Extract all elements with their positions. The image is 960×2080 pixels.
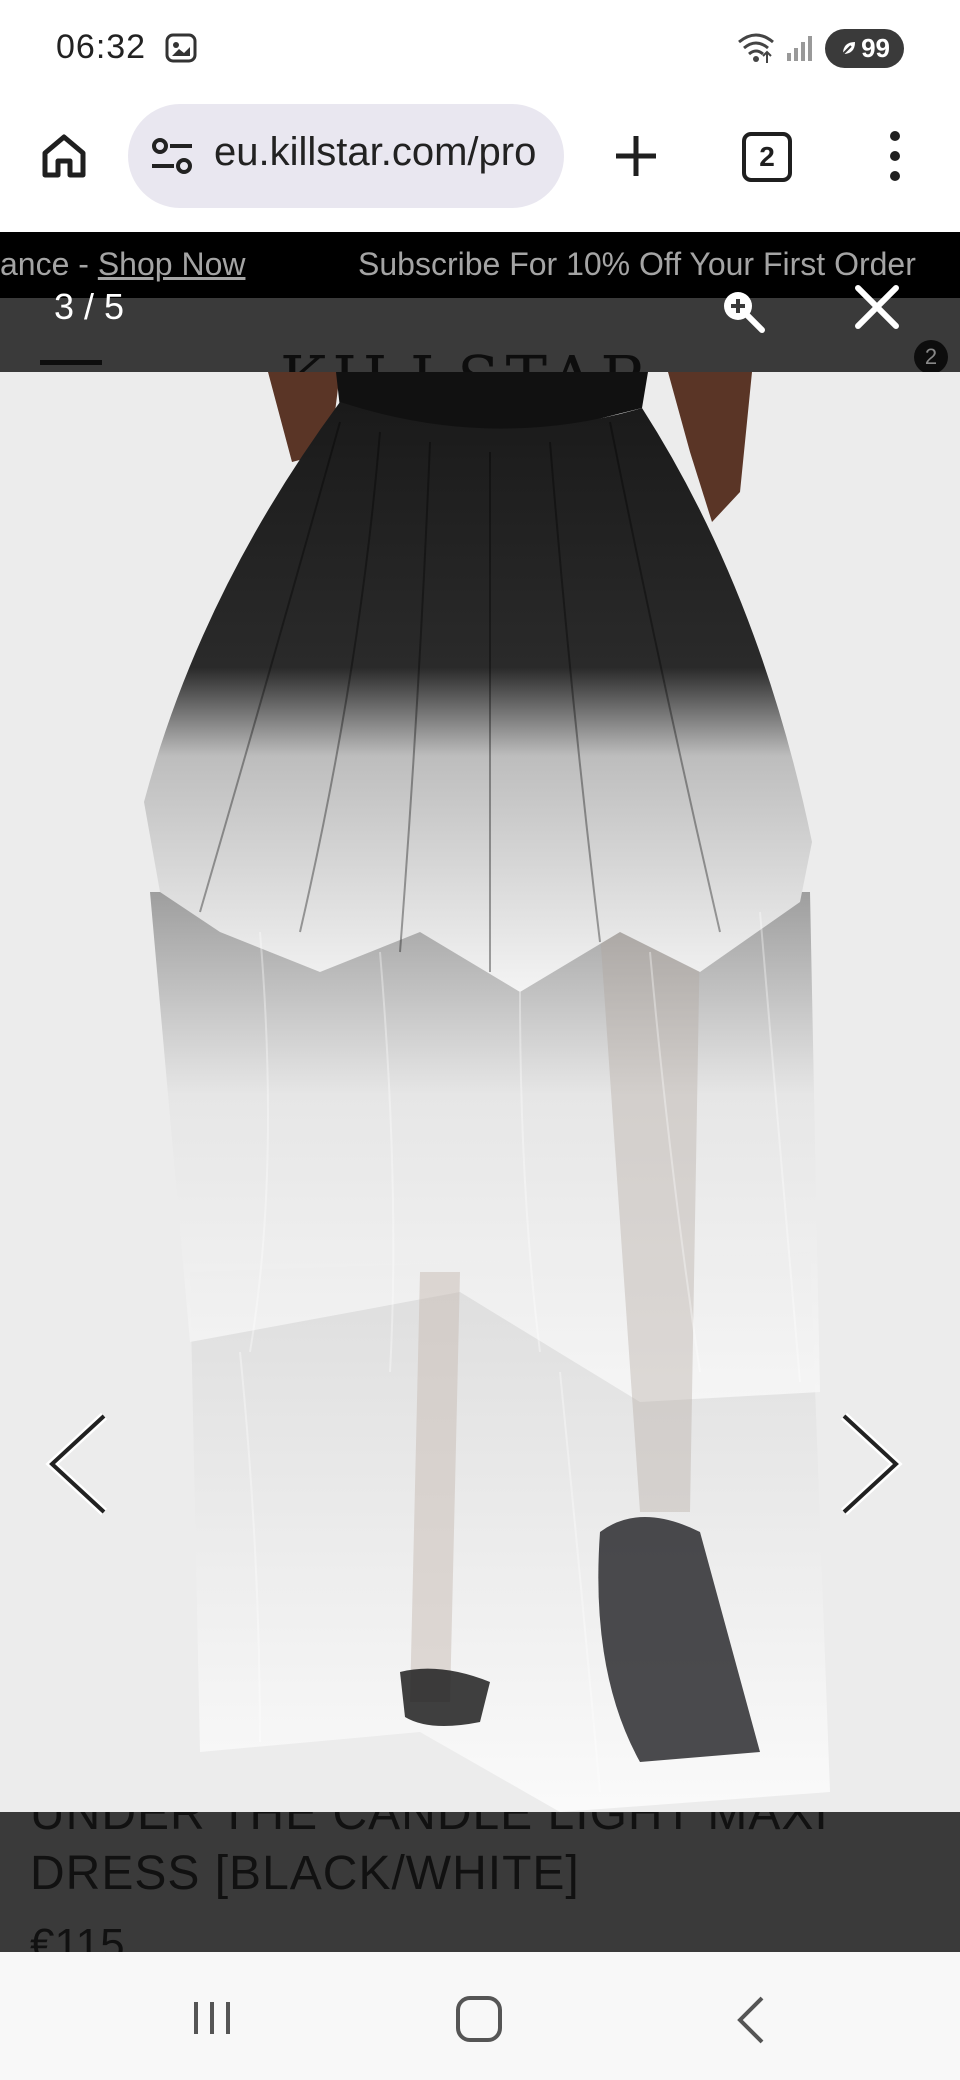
system-nav-bar: [0, 1952, 960, 2080]
zoom-in-icon[interactable]: [718, 286, 768, 336]
shop-now-link[interactable]: Shop Now: [98, 246, 246, 282]
product-info: UNDER THE CANDLE LIGHT MAXI DRESS [BLACK…: [0, 1812, 960, 1952]
address-bar[interactable]: eu.killstar.com/pro: [128, 104, 564, 208]
wifi-icon: [738, 33, 775, 63]
status-right: 99: [737, 28, 904, 68]
product-image[interactable]: [0, 372, 960, 1812]
plus-icon[interactable]: [606, 126, 666, 186]
hamburger-menu-icon: [40, 360, 102, 365]
signal-icon: [787, 36, 813, 61]
battery-level: 99: [861, 32, 890, 63]
screenshot-icon: [165, 33, 197, 63]
site-header: KILLSTAR 2: [0, 298, 960, 372]
battery-saver-icon: [842, 42, 856, 55]
announcement-item-1: ance - Shop Now: [0, 246, 245, 283]
announcement-item-2[interactable]: Subscribe For 10% Off Your First Order: [358, 246, 916, 283]
home-button[interactable]: [34, 126, 94, 186]
home-icon: [42, 134, 86, 178]
site-logo: KILLSTAR: [280, 342, 653, 372]
url-text[interactable]: eu.killstar.com/pro: [214, 130, 536, 175]
status-bar: 06:32 99: [0, 0, 960, 96]
product-title: UNDER THE CANDLE LIGHT MAXI DRESS [BLACK…: [30, 1812, 829, 1900]
back-icon[interactable]: [730, 1992, 770, 2048]
tab-switcher-button[interactable]: 2: [742, 132, 792, 182]
cart-count-badge: 2: [914, 340, 948, 372]
browser-toolbar: eu.killstar.com/pro 2: [0, 96, 960, 232]
recent-apps-icon[interactable]: [190, 1998, 234, 2038]
battery-indicator: 99: [825, 28, 904, 68]
image-counter: 3 / 5: [54, 286, 125, 327]
status-time: 06:32: [56, 28, 147, 66]
chevron-left-icon[interactable]: [42, 1412, 112, 1516]
site-settings-icon[interactable]: [150, 136, 194, 176]
announcement-bar: ance - Shop Now Subscribe For 10% Off Yo…: [0, 232, 960, 298]
announcement-text: ance -: [0, 246, 98, 282]
product-photo: [0, 372, 960, 1812]
product-price: €115: [30, 1920, 125, 1952]
more-vert-icon[interactable]: [880, 126, 910, 186]
home-button-icon[interactable]: [456, 1996, 502, 2042]
chevron-right-icon[interactable]: [836, 1412, 906, 1516]
close-icon[interactable]: [850, 280, 904, 334]
